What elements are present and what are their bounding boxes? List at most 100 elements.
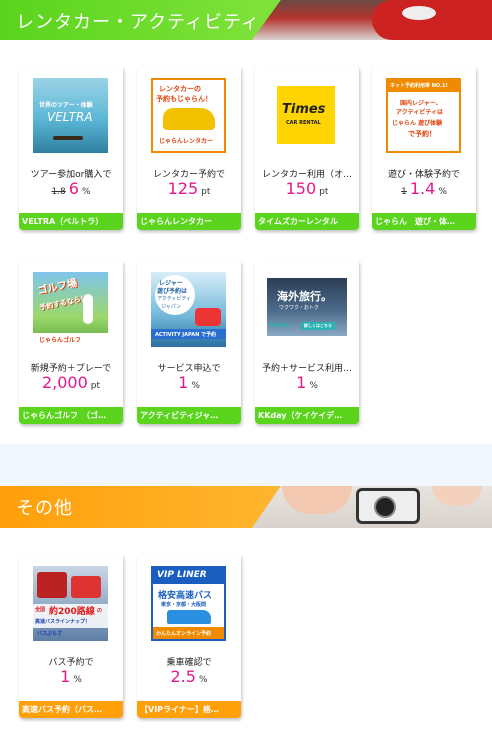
banner-text: ジャパン	[161, 304, 182, 310]
rate-unit: %	[191, 381, 200, 391]
other-panel: 全国 約200路線 の 高速バスラインナップ！ バスぷらざ バス予約で 1% 高…	[0, 528, 492, 736]
jalan-asobi-banner: ネット予約利用率 NO.1! 国内レジャー、 アクティビティは じゃらん 遊び体…	[386, 78, 461, 153]
shop-name[interactable]: KKday（ケイケイデ…	[255, 407, 359, 424]
section-title: レンタカー・アクティビティ	[16, 12, 260, 33]
vip-liner-banner: VIP LINER 格安高速バス 東京・京都・大阪間 かんたんオンライン予約	[151, 566, 226, 641]
vip-liner-logo: VIP LINER	[157, 570, 207, 580]
offer-card-kosoku-bus[interactable]: 全国 約200路線 の 高速バスラインナップ！ バスぷらざ バス予約で 1% 高…	[19, 554, 123, 718]
banner-text: の	[97, 608, 103, 614]
banner-text: かんたんオンライン予約	[156, 631, 212, 637]
section-title: その他	[16, 498, 73, 519]
rate-unit: %	[438, 187, 447, 197]
veltra-logo: VELTRA	[47, 110, 93, 124]
car-body	[372, 0, 492, 40]
banner-text: で予約！	[408, 130, 436, 138]
rate-unit: pt	[319, 187, 329, 197]
banner-text: 遊び予約は	[157, 288, 188, 295]
rate-value: 2.5	[170, 667, 196, 686]
banner-text: ワクワク・おトク	[279, 305, 319, 311]
rate-unit: pt	[201, 187, 211, 197]
shop-name[interactable]: じゃらん 遊び・体…	[372, 213, 476, 230]
rate-unit: %	[309, 381, 318, 391]
hand-shape	[282, 486, 352, 514]
section-header-rental: レンタカー・アクティビティ	[0, 0, 492, 40]
canoe-icon	[53, 136, 83, 140]
rate-value: 6	[68, 179, 79, 198]
rate-value: 1.4	[409, 179, 436, 198]
golfer-icon	[83, 294, 93, 324]
rate-unit: pt	[90, 381, 101, 391]
old-rate: 1.8	[51, 187, 66, 197]
offer-rate: 1 1.4%	[372, 179, 476, 198]
offer-card-jalan-asobi[interactable]: ネット予約利用率 NO.1! 国内レジャー、 アクティビティは じゃらん 遊び体…	[372, 66, 476, 230]
offer-rate: 125 pt	[137, 179, 241, 198]
rate-value: 1	[178, 373, 189, 392]
banner-text: 海外旅行。	[277, 290, 332, 303]
offer-rate: 1.8 6%	[19, 179, 123, 198]
rate-value: 1	[60, 667, 71, 686]
rate-unit: %	[73, 675, 82, 685]
shop-name[interactable]: VELTRA（ベルトラ）	[19, 213, 123, 230]
kkday-banner: 海外旅行。 ワクワク・おトク kkday 詳しくはこちら	[267, 278, 347, 336]
banner-text: 予約もじゃらん！	[156, 95, 212, 103]
banner-text: レンタカーの	[159, 85, 201, 93]
offer-card-jalan-rentacar[interactable]: レンタカーの 予約もじゃらん！ じゃらんレンタカー レンタカー予約で 125 pt…	[137, 66, 241, 230]
red-car-photo	[252, 0, 492, 40]
rate-unit: %	[198, 675, 208, 685]
hand-shape	[432, 486, 482, 506]
offer-rate: 2.5%	[137, 667, 241, 686]
banner-text: アクティビティは	[396, 109, 443, 116]
banner-text: アクティビティ	[157, 296, 192, 302]
yellow-car-icon	[163, 108, 215, 130]
section-header-other: その他	[0, 486, 492, 528]
veltra-banner: 世界のツアー・体験 VELTRA	[33, 78, 108, 153]
rate-value: 125	[167, 179, 199, 198]
rental-panel: 世界のツアー・体験 VELTRA ツアー参加or購入で 1.8 6% VELTRA…	[0, 40, 492, 444]
banner-text: 予約するなら！	[38, 293, 89, 313]
banner-text: 国内レジャー、	[400, 100, 442, 107]
bus-icon	[37, 572, 67, 598]
banner-text: 約200路線	[49, 607, 95, 617]
kkday-logo: kkday	[270, 322, 291, 329]
bus-icon	[167, 610, 211, 624]
banner-text: じゃらん 遊び体験	[392, 120, 443, 127]
banner-text: 東京・京都・大阪間	[161, 602, 207, 608]
shop-name[interactable]: じゃらんゴルフ （ゴ…	[19, 407, 123, 424]
offer-card-jalan-golf[interactable]: ゴルフ場 予約するなら！ じゃらんゴルフ 新規予約＋プレーで 2,000 pt じ…	[19, 260, 123, 424]
camera-lens	[374, 496, 396, 518]
shop-name[interactable]: タイムズカーレンタル	[255, 213, 359, 230]
jalan-rentacar-banner: レンタカーの 予約もじゃらん！ じゃらんレンタカー	[151, 78, 226, 153]
rate-unit: %	[81, 187, 91, 197]
offer-card-kkday[interactable]: 海外旅行。 ワクワク・おトク kkday 詳しくはこちら 予約＋サービス利用… …	[255, 260, 359, 424]
shop-name[interactable]: 【VIPライナー】格…	[137, 701, 241, 718]
kkday-detail-button: 詳しくはこちら	[301, 322, 335, 330]
rate-value: 1	[296, 373, 307, 392]
times-banner: Times CAR RENTAL	[277, 86, 335, 144]
banner-logo: バスぷらざ	[37, 631, 63, 637]
offer-rate: 1%	[255, 373, 359, 392]
car-headlight	[402, 6, 436, 20]
kosoku-bus-banner: 全国 約200路線 の 高速バスラインナップ！ バスぷらざ	[33, 566, 108, 641]
rate-value: 2,000	[41, 373, 88, 392]
banner-logo: じゃらんレンタカー	[159, 138, 214, 145]
activity-japan-banner: レジャー 遊び予約は アクティビティ ジャパン ACTIVITY JAPAN で…	[151, 272, 226, 347]
banner-text: 全国	[35, 607, 46, 613]
offer-rate: 2,000 pt	[19, 373, 123, 392]
banner-text: 高速バスラインナップ！	[35, 619, 91, 625]
old-rate: 1	[401, 187, 407, 197]
offer-card-veltra[interactable]: 世界のツアー・体験 VELTRA ツアー参加or購入で 1.8 6% VELTRA…	[19, 66, 123, 230]
shop-name[interactable]: アクティビティジャ…	[137, 407, 241, 424]
bus-icon	[71, 576, 101, 598]
shop-name[interactable]: じゃらんレンタカー	[137, 213, 241, 230]
offer-card-times[interactable]: Times CAR RENTAL レンタカー利用（オ… 150 pt タイムズカー…	[255, 66, 359, 230]
offer-card-vip-liner[interactable]: VIP LINER 格安高速バス 東京・京都・大阪間 かんたんオンライン予約 乗…	[137, 554, 241, 718]
banner-text: ゴルフ場	[36, 277, 79, 297]
offer-rate: 150 pt	[255, 179, 359, 198]
times-logo: Times	[282, 102, 326, 117]
shop-name[interactable]: 高速バス予約（バス…	[19, 701, 123, 718]
banner-text: 格安高速バス	[158, 591, 213, 601]
banner-text: 世界のツアー・体験	[39, 102, 93, 109]
offer-card-activity-japan[interactable]: レジャー 遊び予約は アクティビティ ジャパン ACTIVITY JAPAN で…	[137, 260, 241, 424]
rate-value: 150	[285, 179, 317, 198]
jalan-golf-banner: ゴルフ場 予約するなら！ じゃらんゴルフ	[33, 272, 108, 347]
